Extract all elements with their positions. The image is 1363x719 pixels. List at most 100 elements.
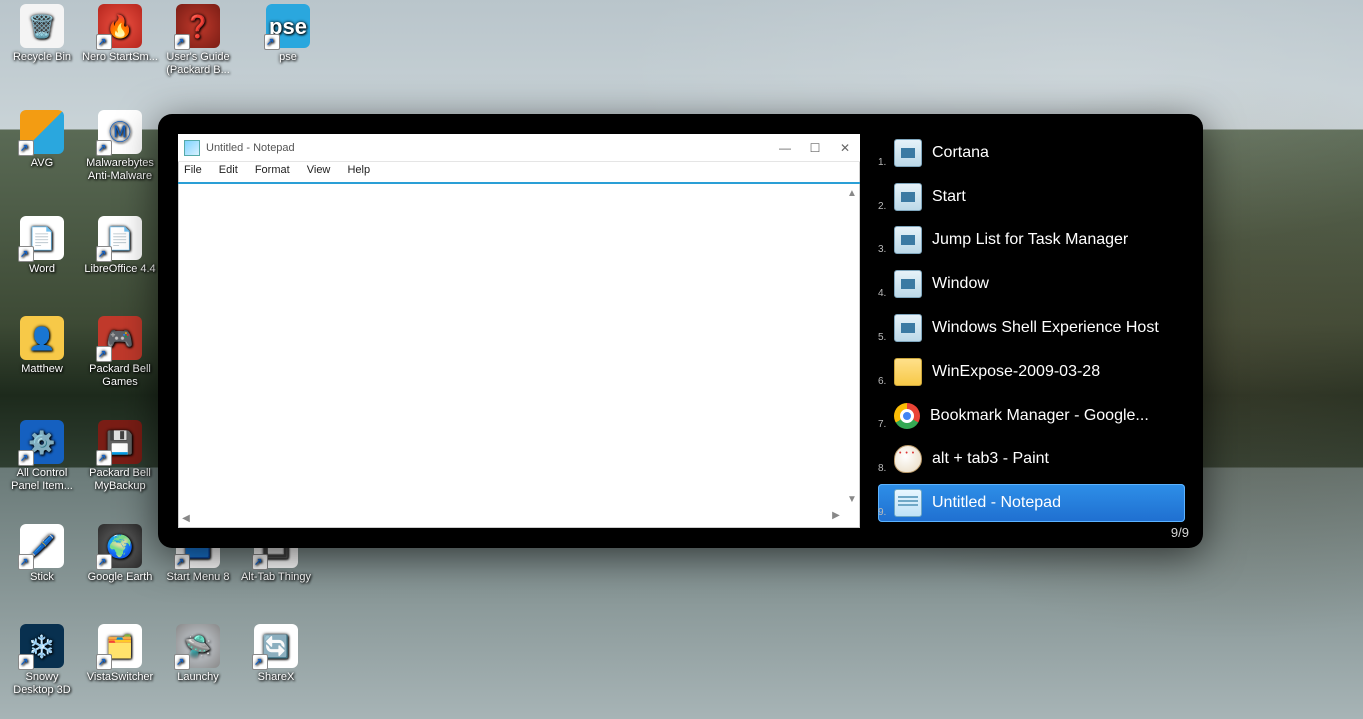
- window-counter: 9/9: [1171, 525, 1189, 540]
- window-list-item[interactable]: 2. Start: [878, 178, 1185, 216]
- window-list-label: Start: [932, 188, 966, 206]
- icon-label: Malwarebytes Anti-Malware: [86, 157, 154, 182]
- notepad-text-area[interactable]: [182, 186, 856, 522]
- window-list-item[interactable]: 6. WinExpose-2009-03-28: [878, 353, 1185, 391]
- win-icon: [894, 139, 922, 167]
- window-list-item[interactable]: 1.Cortana: [878, 134, 1185, 172]
- icon-nero[interactable]: 🔥Nero StartSm...: [82, 4, 158, 64]
- window-list-item[interactable]: 9. Untitled - Notepad: [878, 484, 1185, 522]
- icon-matthew[interactable]: 👤Matthew: [4, 316, 80, 376]
- icon-launchy[interactable]: 🛸Launchy: [160, 624, 236, 684]
- horizontal-scrollbar[interactable]: ◀ ▶: [178, 508, 844, 524]
- win-icon: [894, 226, 922, 254]
- icon-google-earth[interactable]: 🌍Google Earth: [82, 524, 158, 584]
- window-list-number: 5.: [878, 332, 892, 343]
- window-list-number: 2.: [878, 201, 892, 212]
- window-list-label: Windows Shell Experience Host: [932, 319, 1159, 337]
- folder-icon: [894, 358, 922, 386]
- window-list-label: Jump List for Task Manager: [932, 231, 1128, 249]
- icon-control-panel[interactable]: ⚙️All Control Panel Item...: [4, 420, 80, 493]
- icon-label: Packard Bell Games: [89, 363, 151, 388]
- icon-label: Recycle Bin: [13, 51, 71, 63]
- icon-vistaswitcher[interactable]: 🗂️VistaSwitcher: [82, 624, 158, 684]
- avg-icon: [20, 110, 64, 154]
- window-list-number: 7.: [878, 419, 892, 430]
- icon-label: Stick: [30, 571, 54, 583]
- window-list-label: Cortana: [932, 144, 989, 162]
- window-list-number: 8.: [878, 463, 892, 474]
- window-list-item[interactable]: 3. Jump List for Task Manager: [878, 222, 1185, 260]
- paint-icon: [894, 445, 922, 473]
- maximize-button[interactable]: ☐: [800, 134, 830, 162]
- stick-icon: 🖊️: [20, 524, 64, 568]
- recycle-bin-icon: 🗑️: [20, 4, 64, 48]
- notepad-titlebar: Untitled - Notepad — ☐ ✕: [178, 134, 860, 162]
- notepad-icon: [184, 140, 200, 156]
- packard-bell-games-icon: 🎮: [98, 316, 142, 360]
- pse-icon: pse: [266, 4, 310, 48]
- user-folder-icon: 👤: [20, 316, 64, 360]
- icon-avg[interactable]: AVG: [4, 110, 80, 170]
- notepad-icon: [894, 489, 922, 517]
- help-icon: ❓: [176, 4, 220, 48]
- icon-recycle-bin[interactable]: 🗑️ Recycle Bin: [4, 4, 80, 64]
- scroll-right-icon[interactable]: ▶: [828, 508, 844, 524]
- scroll-up-icon[interactable]: ▲: [844, 186, 860, 202]
- icon-snowy-desktop[interactable]: ❄️ Snowy Desktop 3D: [4, 624, 80, 697]
- win-icon: [894, 270, 922, 298]
- libreoffice-icon: 📄: [98, 216, 142, 260]
- icon-stick[interactable]: 🖊️ Stick: [4, 524, 80, 584]
- menu-view[interactable]: View: [307, 164, 331, 176]
- icon-label: LibreOffice 4.4: [84, 263, 155, 275]
- icon-label: AVG: [31, 157, 53, 169]
- window-list-item[interactable]: 7.Bookmark Manager - Google...: [878, 397, 1185, 435]
- window-list-item[interactable]: 4.Window: [878, 265, 1185, 303]
- window-list-label: WinExpose-2009-03-28: [932, 363, 1100, 381]
- close-button[interactable]: ✕: [830, 134, 860, 162]
- scroll-left-icon[interactable]: ◀: [178, 511, 194, 527]
- icon-label: Word: [29, 263, 55, 275]
- packard-bell-backup-icon: 💾: [98, 420, 142, 464]
- scroll-track[interactable]: [844, 202, 860, 492]
- vertical-scrollbar[interactable]: ▲ ▼: [844, 186, 860, 508]
- chrome-icon: [894, 403, 920, 429]
- menu-help[interactable]: Help: [347, 164, 370, 176]
- window-list-item[interactable]: 5. Windows Shell Experience Host: [878, 309, 1185, 347]
- icon-malwarebytes[interactable]: ⓂMalwarebytes Anti-Malware: [82, 110, 158, 183]
- icon-sharex[interactable]: 🔄 ShareX: [238, 624, 314, 684]
- alt-tab-switcher[interactable]: Untitled - Notepad — ☐ ✕ File Edit Forma…: [158, 114, 1203, 548]
- icon-pb-games[interactable]: 🎮 Packard Bell Games: [82, 316, 158, 389]
- icon-label: pse: [279, 51, 297, 63]
- window-list-label: Window: [932, 275, 989, 293]
- icon-pb-backup[interactable]: 💾 Packard Bell MyBackup: [82, 420, 158, 493]
- snowy-desktop-icon: ❄️: [20, 624, 64, 668]
- menu-format[interactable]: Format: [255, 164, 290, 176]
- win-icon: [894, 183, 922, 211]
- scroll-down-icon[interactable]: ▼: [844, 492, 860, 508]
- icon-word[interactable]: 📄Word: [4, 216, 80, 276]
- window-list-number: 3.: [878, 244, 892, 255]
- win-icon: [894, 314, 922, 342]
- nero-icon: 🔥: [98, 4, 142, 48]
- menu-file[interactable]: File: [184, 164, 202, 176]
- icon-label: Packard Bell MyBackup: [89, 467, 151, 492]
- icon-users-guide[interactable]: ❓User's Guide (Packard B...: [160, 4, 236, 77]
- window-list-number: 6.: [878, 376, 892, 387]
- minimize-button[interactable]: —: [770, 134, 800, 162]
- icon-label: Snowy Desktop 3D: [13, 671, 70, 696]
- notepad-menubar: File Edit Format View Help: [178, 162, 860, 184]
- window-preview: Untitled - Notepad — ☐ ✕ File Edit Forma…: [178, 134, 860, 528]
- window-list: 1.Cortana 2. Start 3. Jump List for Task Man…: [878, 134, 1185, 528]
- icon-libreoffice[interactable]: 📄 LibreOffice 4.4: [82, 216, 158, 276]
- icon-pse[interactable]: pse pse: [250, 4, 326, 64]
- menu-edit[interactable]: Edit: [219, 164, 238, 176]
- icon-label: ShareX: [258, 671, 295, 683]
- icon-label: Start Menu 8: [167, 571, 230, 583]
- launchy-icon: 🛸: [176, 624, 220, 668]
- icon-label: All Control Panel Item...: [11, 467, 73, 492]
- window-list-number: 9.: [878, 507, 892, 518]
- window-list-item[interactable]: 8.alt + tab3 - Paint: [878, 440, 1185, 478]
- sharex-icon: 🔄: [254, 624, 298, 668]
- window-list-label: Untitled - Notepad: [932, 494, 1061, 512]
- vistaswitcher-icon: 🗂️: [98, 624, 142, 668]
